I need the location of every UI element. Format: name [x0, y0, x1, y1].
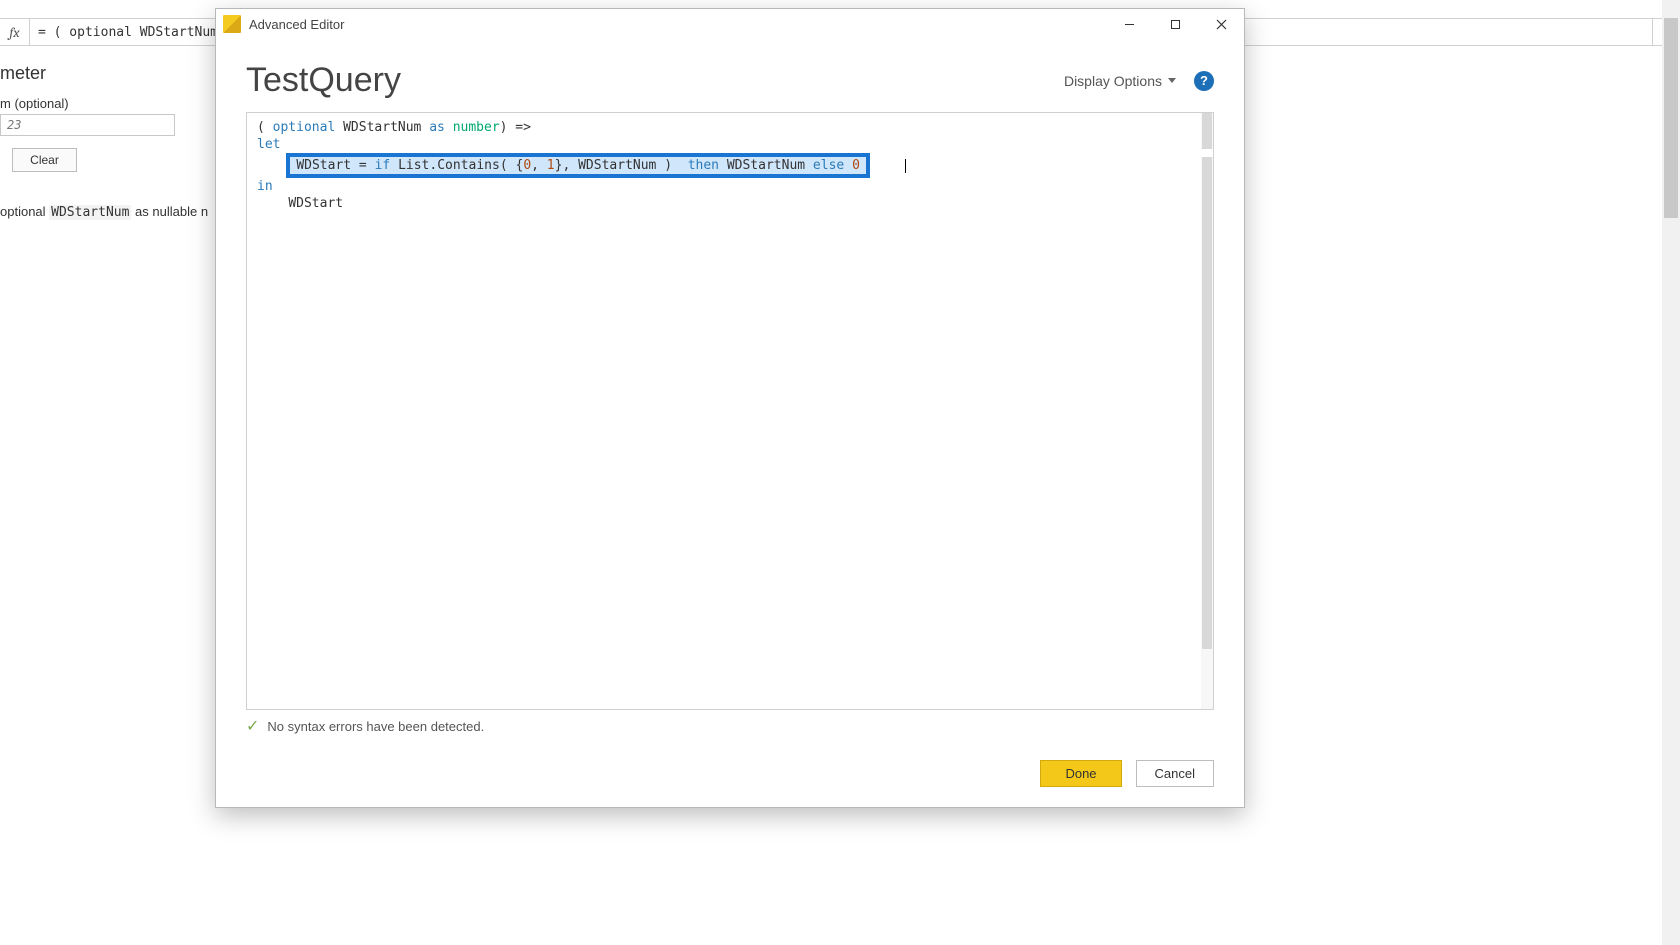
page-scrollbar[interactable] — [1662, 0, 1680, 945]
text-cursor — [905, 159, 906, 173]
editor-footer: Done Cancel — [216, 736, 1244, 807]
code-scrollbar[interactable] — [1201, 113, 1213, 709]
highlighted-code-line: WDStart = if List.Contains( {0, 1}, WDSt… — [286, 153, 870, 178]
window-title: Advanced Editor — [249, 17, 1106, 32]
cancel-button[interactable]: Cancel — [1136, 760, 1214, 787]
help-icon[interactable]: ? — [1194, 71, 1214, 91]
app-icon — [223, 15, 241, 33]
done-button[interactable]: Done — [1040, 760, 1121, 787]
minimize-button[interactable] — [1106, 9, 1152, 39]
maximize-button[interactable] — [1152, 9, 1198, 39]
panel-title: meter — [0, 63, 210, 84]
close-button[interactable] — [1198, 9, 1244, 39]
code-editor[interactable]: ( optional WDStartNum as number) => let … — [247, 113, 1213, 709]
clear-button[interactable]: Clear — [12, 148, 77, 172]
titlebar: Advanced Editor — [216, 9, 1244, 39]
parameter-input[interactable] — [0, 114, 175, 136]
code-editor-container: ( optional WDStartNum as number) => let … — [246, 112, 1214, 710]
editor-header: TestQuery Display Options ? — [216, 39, 1244, 108]
fx-icon[interactable]: fx — [0, 19, 30, 45]
check-icon: ✓ — [246, 716, 259, 736]
parameter-panel: meter m (optional) Clear optional WDStar… — [0, 55, 210, 220]
chevron-down-icon — [1168, 78, 1176, 83]
parameter-description: optional WDStartNum as nullable n — [0, 204, 210, 220]
display-options-dropdown[interactable]: Display Options — [1064, 73, 1176, 89]
query-name: TestQuery — [246, 61, 401, 100]
advanced-editor-window: Advanced Editor TestQuery Display Option… — [215, 8, 1245, 808]
status-line: ✓ No syntax errors have been detected. — [216, 710, 1244, 736]
status-text: No syntax errors have been detected. — [267, 719, 484, 734]
parameter-label: m (optional) — [0, 96, 210, 111]
